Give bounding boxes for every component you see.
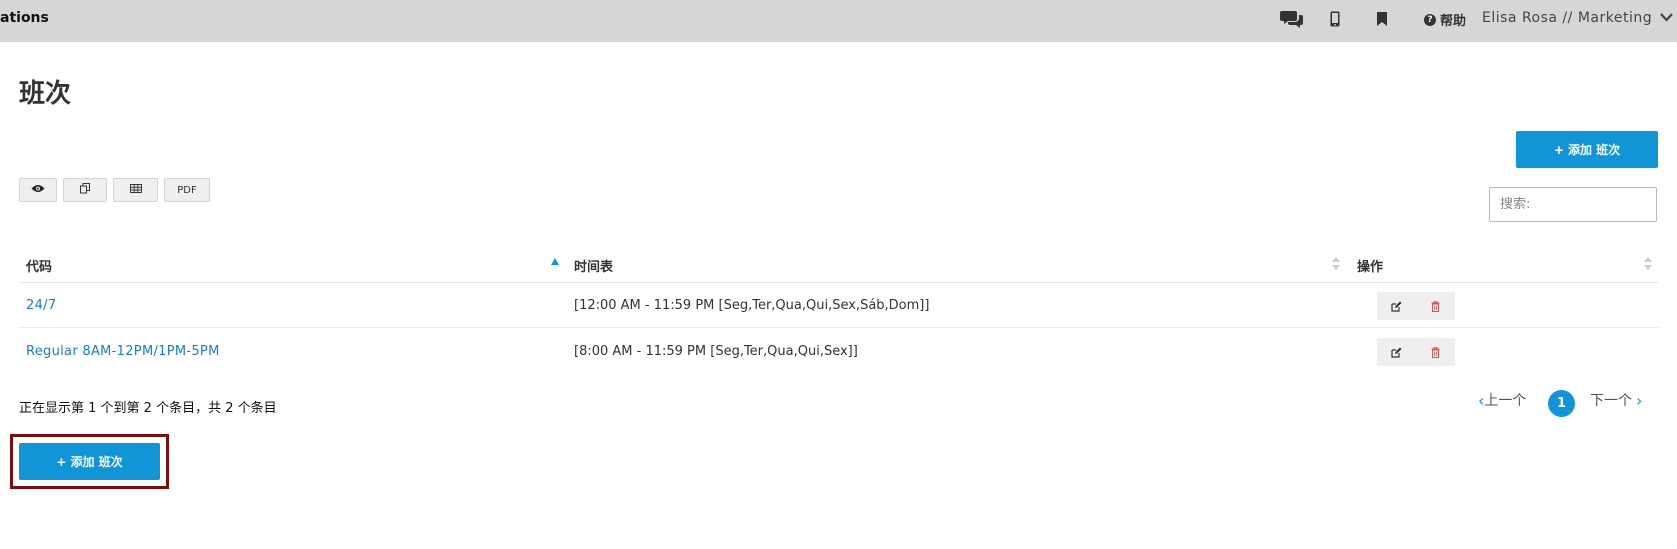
chevron-down-icon (1660, 10, 1673, 26)
next-label: 下一个 (1590, 393, 1632, 409)
pagination-page[interactable]: 1 (1548, 390, 1575, 417)
column-header-code[interactable]: 代码 (26, 256, 52, 275)
trash-icon (1431, 297, 1440, 316)
row-actions (1377, 292, 1455, 320)
add-shift-button-bottom[interactable]: + 添加 班次 (19, 443, 160, 480)
pagination-prev[interactable]: ‹ 上一个 (1478, 390, 1526, 410)
chevron-right-icon: › (1636, 390, 1643, 410)
page-title: 班次 (19, 79, 72, 109)
edit-icon (1391, 297, 1402, 316)
trash-icon (1431, 343, 1440, 362)
eye-icon (31, 184, 45, 196)
top-navbar: ations ? 帮助 Elisa Rosa // Marketing (0, 0, 1677, 42)
sort-both-icon[interactable] (1332, 257, 1340, 271)
add-shift-label: 添加 班次 (70, 455, 123, 469)
pdf-label: PDF (177, 184, 197, 196)
excel-export-button[interactable] (113, 178, 158, 202)
plus-icon: + (1553, 142, 1564, 157)
copy-button[interactable] (63, 178, 107, 202)
user-menu[interactable]: Elisa Rosa // Marketing (1482, 10, 1673, 26)
column-visibility-button[interactable] (19, 178, 57, 202)
edit-button[interactable] (1377, 292, 1416, 320)
sort-asc-icon[interactable] (551, 258, 559, 265)
pdf-export-button[interactable]: PDF (164, 178, 210, 202)
shift-schedule: [8:00 AM - 11:59 PM [Seg,Ter,Qua,Qui,Sex… (574, 344, 858, 359)
app-name[interactable]: ations (0, 10, 49, 26)
mobile-icon[interactable] (1330, 9, 1340, 29)
sort-both-icon[interactable] (1644, 257, 1652, 271)
add-shift-button-top[interactable]: + 添加 班次 (1516, 131, 1658, 168)
edit-icon (1391, 343, 1402, 362)
column-header-actions[interactable]: 操作 (1357, 256, 1383, 275)
edit-button[interactable] (1377, 338, 1416, 366)
chat-icon[interactable] (1280, 9, 1304, 29)
column-header-schedule[interactable]: 时间表 (574, 256, 613, 275)
bookmark-icon[interactable] (1377, 9, 1387, 29)
row-divider (19, 327, 1659, 328)
plus-icon: + (56, 454, 67, 469)
pagination-next[interactable]: 下一个 › (1590, 390, 1642, 410)
shift-schedule: [12:00 AM - 11:59 PM [Seg,Ter,Qua,Qui,Se… (574, 298, 930, 313)
table-info: 正在显示第 1 个到第 2 个条目，共 2 个条目 (19, 401, 277, 416)
search-input[interactable] (1489, 187, 1657, 222)
help-label: 帮助 (1440, 14, 1467, 29)
delete-button[interactable] (1416, 338, 1455, 366)
shift-code-link[interactable]: 24/7 (26, 298, 56, 313)
user-label: Elisa Rosa // Marketing (1482, 10, 1653, 26)
copy-icon (79, 183, 91, 197)
shift-code-link[interactable]: Regular 8AM-12PM/1PM-5PM (26, 344, 220, 359)
delete-button[interactable] (1416, 292, 1455, 320)
help-link[interactable]: ? 帮助 (1424, 10, 1466, 29)
add-shift-label: 添加 班次 (1567, 143, 1621, 157)
header-divider (19, 282, 1659, 283)
question-circle-icon: ? (1424, 13, 1436, 26)
row-actions (1377, 338, 1455, 366)
table-icon (129, 184, 142, 196)
prev-label: 上一个 (1484, 393, 1527, 409)
